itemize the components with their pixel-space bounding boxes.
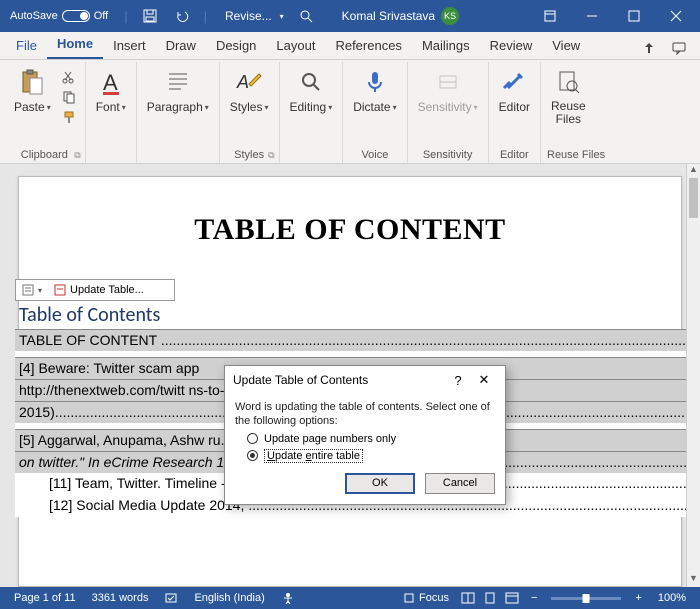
group-styles: A Styles▾ Styles⧉ [220, 62, 280, 163]
tab-view[interactable]: View [542, 34, 590, 59]
dictate-button[interactable]: Dictate▾ [349, 64, 400, 116]
scroll-up-icon[interactable]: ▲ [687, 164, 700, 178]
ok-button[interactable]: OK [345, 473, 415, 494]
reuse-files-icon [554, 66, 582, 98]
toc-menu-icon[interactable] [20, 282, 36, 298]
toc-title: Table of Contents [15, 301, 700, 329]
editor-icon [500, 66, 528, 98]
save-icon[interactable] [138, 4, 162, 28]
comments-icon[interactable] [664, 37, 694, 59]
close-icon[interactable]: ✕ [471, 372, 497, 388]
find-icon [297, 66, 325, 98]
sensitivity-button: Sensitivity▾ [414, 64, 482, 116]
tab-mailings[interactable]: Mailings [412, 34, 480, 59]
zoom-level[interactable]: 100% [650, 592, 694, 604]
tab-home[interactable]: Home [47, 32, 103, 59]
help-icon[interactable]: ? [445, 373, 471, 388]
dialog-message: Word is updating the table of contents. … [235, 400, 495, 429]
maximize-icon[interactable] [614, 0, 654, 32]
status-proofing-icon[interactable] [156, 591, 186, 605]
zoom-in-icon[interactable]: + [627, 592, 649, 604]
radio-icon [247, 433, 258, 444]
tab-layout[interactable]: Layout [266, 34, 325, 59]
styles-button[interactable]: A Styles▾ [226, 64, 273, 116]
format-painter-icon[interactable] [59, 108, 79, 126]
toggle-off-icon [62, 10, 90, 22]
tab-file[interactable]: File [6, 34, 47, 59]
group-editing: Editing▾ [280, 62, 344, 163]
scrollbar-thumb[interactable] [689, 178, 698, 218]
option-page-numbers[interactable]: Update page numbers only [247, 433, 495, 445]
editing-button[interactable]: Editing▾ [286, 64, 337, 116]
tab-insert[interactable]: Insert [103, 34, 156, 59]
tab-design[interactable]: Design [206, 34, 266, 59]
mic-icon [361, 66, 389, 98]
avatar: KS [441, 7, 459, 25]
update-toc-dialog: Update Table of Contents ? ✕ Word is upd… [224, 365, 506, 505]
vertical-scrollbar[interactable]: ▲ ▼ [686, 164, 700, 587]
cut-icon[interactable] [59, 68, 79, 86]
statusbar: Page 1 of 11 3361 words English (India) … [0, 587, 700, 609]
close-icon[interactable] [656, 0, 696, 32]
dialog-title: Update Table of Contents [233, 373, 445, 387]
group-font: A Font▾ [86, 62, 137, 163]
copy-icon[interactable] [59, 88, 79, 106]
tabstrip: File Home Insert Draw Design Layout Refe… [0, 32, 700, 60]
minimize-icon[interactable] [572, 0, 612, 32]
user-account[interactable]: Komal Srivastava KS [342, 7, 459, 25]
status-accessibility-icon[interactable] [273, 591, 303, 605]
group-reuse: Reuse Files Reuse Files [541, 62, 611, 163]
update-table-button[interactable]: Update Table... [70, 284, 144, 296]
web-layout-icon[interactable] [501, 589, 523, 607]
reuse-files-button[interactable]: Reuse Files [547, 64, 590, 128]
document-title: Revise... [225, 9, 272, 23]
svg-text:A: A [103, 70, 118, 95]
tab-review[interactable]: Review [480, 34, 543, 59]
update-table-icon[interactable] [52, 282, 68, 298]
tab-references[interactable]: References [325, 34, 411, 59]
undo-icon[interactable] [170, 4, 194, 28]
ribbon: Paste▾ Clipboard⧉ A Font▾ Paragraph▾ [0, 60, 700, 164]
zoom-slider[interactable] [551, 597, 621, 600]
option-entire-table[interactable]: Update entire table [247, 449, 495, 463]
autosave-toggle[interactable]: AutoSave Off [4, 10, 114, 22]
clipboard-launcher-icon[interactable]: ⧉ [74, 150, 80, 161]
toc-toolbar: ▾ Update Table... [15, 279, 175, 301]
editor-button[interactable]: Editor [495, 64, 534, 116]
group-editor: Editor Editor [489, 62, 541, 163]
svg-text:A: A [236, 72, 249, 92]
paste-button[interactable]: Paste▾ [10, 64, 55, 116]
toc-line: TABLE OF CONTENT [15, 329, 700, 351]
font-button[interactable]: A Font▾ [92, 64, 130, 116]
font-icon: A [97, 66, 125, 98]
status-words[interactable]: 3361 words [84, 592, 157, 604]
search-icon[interactable] [296, 9, 316, 23]
tab-draw[interactable]: Draw [156, 34, 206, 59]
print-layout-icon[interactable] [479, 589, 501, 607]
focus-mode[interactable]: Focus [395, 592, 457, 604]
styles-icon: A [235, 66, 263, 98]
status-page[interactable]: Page 1 of 11 [6, 592, 84, 604]
scroll-down-icon[interactable]: ▼ [687, 573, 700, 587]
read-mode-icon[interactable] [457, 589, 479, 607]
group-sensitivity: Sensitivity▾ Sensitivity [408, 62, 489, 163]
cancel-button[interactable]: Cancel [425, 473, 495, 494]
ribbon-options-icon[interactable] [530, 0, 570, 32]
group-voice: Dictate▾ Voice [343, 62, 407, 163]
titlebar: AutoSave Off | | Revise... ▾ Komal Sriva… [0, 0, 700, 32]
group-clipboard: Paste▾ Clipboard⧉ [4, 62, 86, 163]
zoom-out-icon[interactable]: − [523, 592, 545, 604]
group-paragraph: Paragraph▾ [137, 62, 220, 163]
share-icon[interactable] [634, 37, 664, 59]
paste-icon [18, 66, 46, 98]
radio-checked-icon [247, 450, 258, 461]
paragraph-button[interactable]: Paragraph▾ [143, 64, 213, 116]
document-heading: TABLE OF CONTENT [37, 213, 663, 247]
status-language[interactable]: English (India) [186, 592, 272, 604]
styles-launcher-icon[interactable]: ⧉ [268, 150, 274, 161]
paragraph-icon [164, 66, 192, 98]
sensitivity-icon [434, 66, 462, 98]
